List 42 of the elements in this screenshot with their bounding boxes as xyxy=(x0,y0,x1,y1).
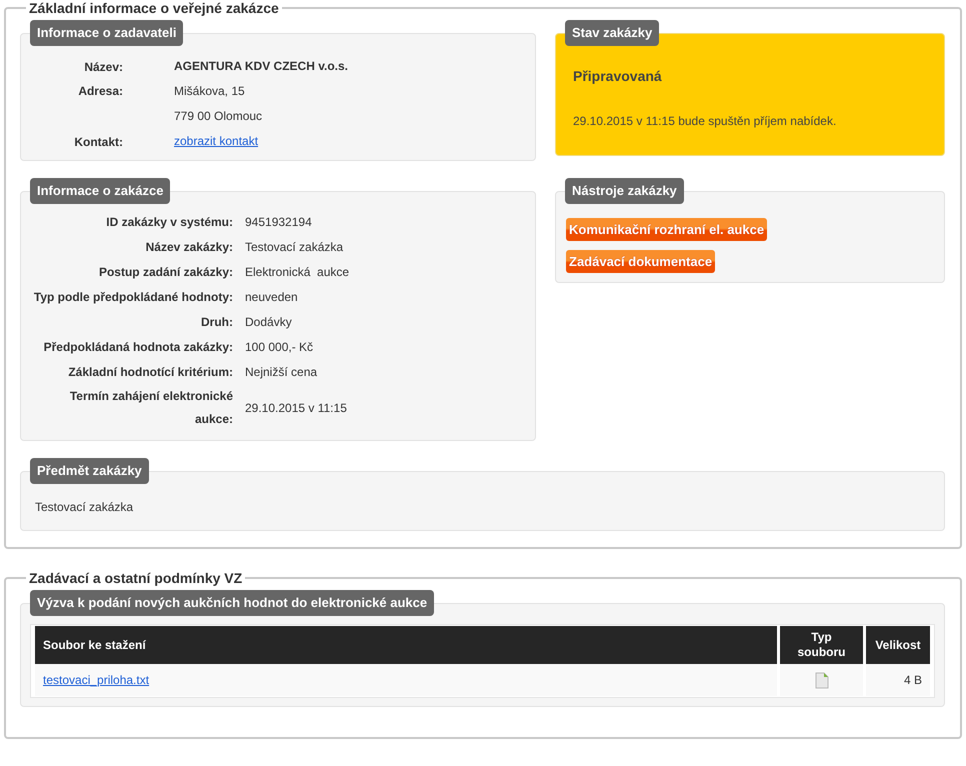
field-value: 779 00 Olomouc xyxy=(174,109,262,123)
file-link[interactable]: testovaci_priloha.txt xyxy=(43,673,150,687)
field-label: Postup zadání zakázky: xyxy=(98,264,233,278)
panel-title: Nástroje zakázky xyxy=(565,178,684,204)
field-label: ID zakázky v systému: xyxy=(106,214,233,228)
field-label: Název zakázky: xyxy=(146,240,233,254)
field-label: Druh: xyxy=(201,314,233,328)
field-label: Předpokládaná hodnota zakázky: xyxy=(44,340,233,354)
field-value: Dodávky xyxy=(245,315,292,329)
field-value: Mišákova, 15 xyxy=(174,84,245,98)
file-icon xyxy=(814,672,828,688)
status-note: 29.10.2015 v 11:15 bude spuštěn příjem nabídek. xyxy=(573,114,838,128)
field-label: Adresa: xyxy=(78,84,123,98)
column-header: Soubor ke stažení xyxy=(35,626,777,664)
panel-title: Informace o zadavateli xyxy=(30,20,184,46)
tool-button[interactable]: Komunikační rozhraní el. aukce xyxy=(566,218,768,241)
contact-link[interactable]: zobrazit kontakt xyxy=(174,134,258,148)
panel-title: Informace o zakázce xyxy=(30,178,170,204)
field-value: neuveden xyxy=(245,290,298,304)
section-title: Základní informace o veřejné zakázce xyxy=(28,0,280,16)
file-size: 4 B xyxy=(904,673,922,687)
field-label: Základní hodnotící kritérium: xyxy=(68,364,233,378)
tool-button[interactable]: Zadávací dokumentace xyxy=(566,250,716,273)
field-value: 9451932194 xyxy=(245,215,312,229)
field-value: Testovací zakázka xyxy=(245,240,344,254)
field-value: Elektronická aukce xyxy=(245,265,350,279)
field-label: Termín zahájení elektronické aukce: xyxy=(70,389,233,426)
column-header: Velikost xyxy=(866,626,930,664)
panel-title: Stav zakázky xyxy=(565,20,660,46)
field-value: 29.10.2015 v 11:15 xyxy=(245,401,347,415)
section-title: Zadávací a ostatní podmínky VZ xyxy=(28,570,244,586)
field-label: Typ podle předpokládané hodnoty: xyxy=(34,290,233,304)
status-value: Připravovaná xyxy=(573,68,663,84)
field-label: Název: xyxy=(84,60,123,74)
field-value: AGENTURA KDV CZECH v.o.s. xyxy=(174,59,348,73)
field-value: 100 000,- Kč xyxy=(245,340,314,354)
panel-title: Předmět zakázky xyxy=(30,458,149,484)
column-header: Typ souboru xyxy=(780,626,863,664)
subject-text: Testovací zakázka xyxy=(35,500,134,514)
field-value: Nejnižší cena xyxy=(245,365,318,379)
field-label: Kontakt: xyxy=(74,134,123,148)
panel-title: Výzva k podání nových aukčních hodnot do elektronické aukce xyxy=(30,590,434,616)
